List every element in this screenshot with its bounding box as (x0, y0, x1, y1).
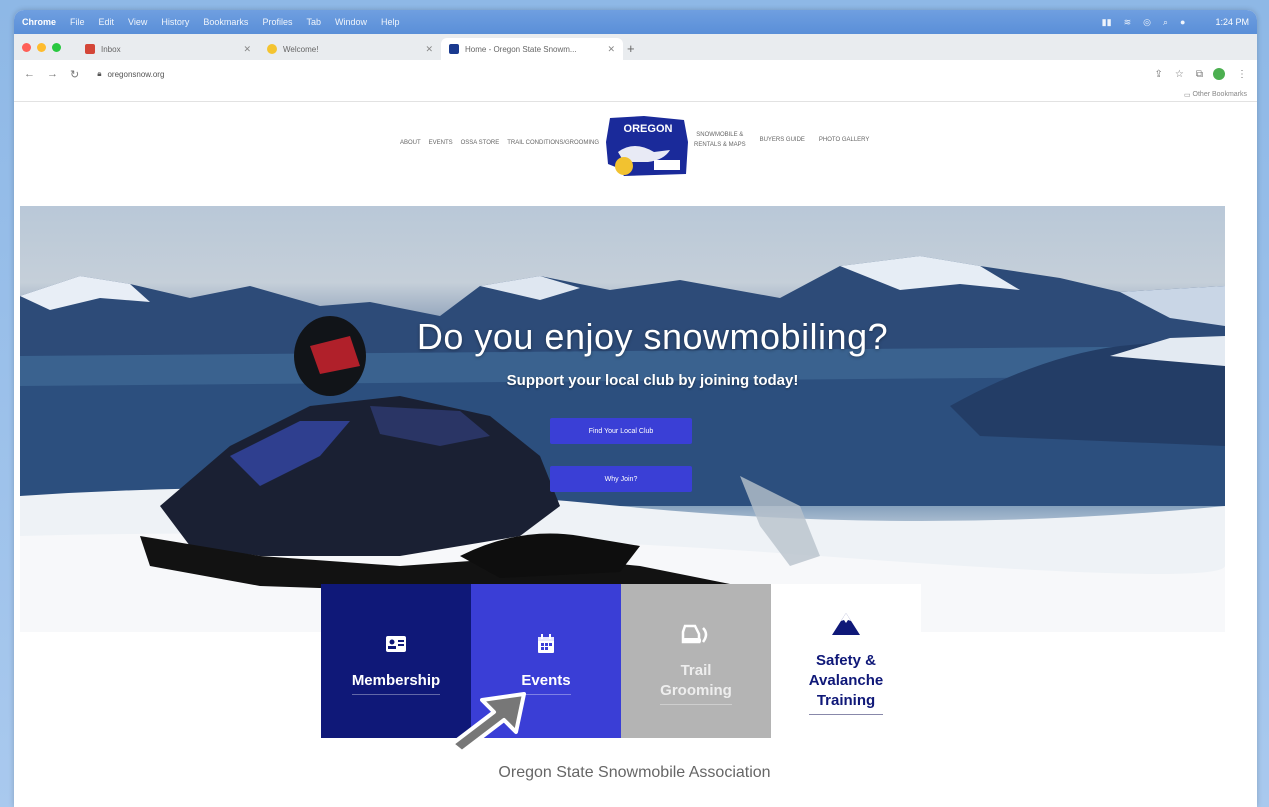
nav-about[interactable]: ABOUT (400, 140, 421, 146)
address-bar[interactable]: 🔒︎ oregonsnow.org (91, 64, 1142, 84)
nav-store[interactable]: OSSA STORE (461, 140, 500, 146)
tab-title: Inbox (101, 44, 121, 54)
safety-line2: Avalanche (808, 672, 884, 689)
bookmarks-bar: ▭ Other Bookmarks (14, 88, 1257, 102)
why-join-button[interactable]: Why Join? (550, 466, 692, 492)
mountain-icon (831, 607, 861, 641)
menu-tab[interactable]: Tab (306, 17, 321, 27)
reload-icon[interactable]: ↻ (70, 68, 79, 81)
wifi-icon[interactable]: ≋ (1124, 17, 1132, 28)
nav-events[interactable]: EVENTS (429, 140, 453, 146)
pointer-arrow-icon (450, 692, 526, 754)
safety-avalanche-label: Safety & Avalanche Training (808, 651, 884, 715)
siri-icon[interactable]: ● (1180, 17, 1185, 27)
back-icon[interactable]: ← (24, 68, 35, 80)
menu-help[interactable]: Help (381, 17, 400, 27)
more-menu-icon[interactable]: ⋮ (1237, 69, 1247, 80)
safety-avalanche-tile[interactable]: Safety & Avalanche Training (771, 584, 921, 738)
menu-profiles[interactable]: Profiles (262, 17, 292, 27)
site-favicon-icon (449, 44, 459, 54)
share-icon[interactable]: ⇪ (1155, 69, 1163, 80)
nav-photo-gallery[interactable]: PHOTO GALLERY (819, 137, 869, 143)
tab-favicon-icon (267, 44, 277, 54)
feature-tiles: Membership Events Trail Grooming Safety … (321, 584, 921, 738)
calendar-icon (537, 627, 555, 661)
tab-inbox[interactable]: Inbox ✕ (77, 38, 259, 60)
menu-view[interactable]: View (128, 17, 147, 27)
hero-title: Do you enjoy snowmobiling? (416, 316, 889, 357)
menu-window[interactable]: Window (335, 17, 367, 27)
safety-line1: Safety & (815, 652, 876, 669)
tab-oregon-snow[interactable]: Home - Oregon State Snowm... ✕ (441, 38, 623, 60)
logo-text: OREGON (624, 123, 673, 135)
hero-banner: Do you enjoy snowmobiling? Support your … (20, 206, 1225, 632)
find-local-club-button[interactable]: Find Your Local Club (550, 418, 692, 444)
nav-rentals-line2: RENTALS & MAPS (694, 142, 746, 148)
nav-buyers-guide[interactable]: BUYERS GUIDE (760, 137, 805, 143)
trail-grooming-line2: Grooming (660, 682, 732, 699)
menu-bookmarks[interactable]: Bookmarks (203, 17, 248, 27)
site-header: ABOUT EVENTS OSSA STORE TRAIL CONDITIONS… (14, 102, 1257, 196)
search-icon[interactable]: ⌕ (1163, 17, 1168, 28)
nav-rentals[interactable]: SNOWMOBILE & RENTALS & MAPS (694, 130, 746, 150)
nav-rentals-line1: SNOWMOBILE & (696, 132, 744, 138)
maximize-window-icon[interactable] (52, 42, 61, 52)
bookmark-star-icon[interactable]: ☆ (1175, 69, 1184, 80)
hero-subtitle: Support your local club by joining today… (506, 372, 799, 389)
site-nav-right: SNOWMOBILE & RENTALS & MAPS BUYERS GUIDE… (694, 130, 869, 150)
site-nav-left: ABOUT EVENTS OSSA STORE TRAIL CONDITIONS… (400, 140, 599, 146)
trail-grooming-line1: Trail (680, 662, 712, 679)
nav-trail-conditions[interactable]: TRAIL CONDITIONS/GROOMING (507, 140, 599, 146)
safety-line3: Training (816, 692, 876, 709)
menu-clock: 1:24 PM (1215, 17, 1249, 27)
trail-grooming-label: Trail Grooming (660, 661, 732, 705)
tab-strip: Inbox ✕ Welcome! ✕ Home - Oregon State S… (14, 34, 1257, 60)
profile-avatar[interactable] (1213, 68, 1225, 80)
other-bookmarks[interactable]: Other Bookmarks (1193, 91, 1247, 98)
folder-icon: ▭ (1183, 91, 1193, 99)
browser-toolbar: ← → ↻ 🔒︎ oregonsnow.org ⇪ ☆ ⧉ ⋮ (14, 60, 1257, 88)
extensions-icon[interactable]: ⧉ (1196, 69, 1203, 80)
trail-grooming-tile[interactable]: Trail Grooming (621, 584, 771, 738)
new-tab-icon[interactable]: + (627, 38, 635, 60)
membership-label: Membership (351, 671, 441, 695)
tab-title: Welcome! (283, 44, 319, 54)
gmail-icon (85, 44, 95, 54)
control-center-icon[interactable]: ◎ (1143, 17, 1151, 28)
oregon-logo[interactable]: OREGON (604, 112, 692, 186)
menu-edit[interactable]: Edit (99, 17, 115, 27)
id-card-icon (385, 627, 407, 661)
close-tab-icon[interactable]: ✕ (243, 44, 251, 55)
close-tab-icon[interactable]: ✕ (425, 44, 433, 55)
association-title: Oregon State Snowmobile Association (498, 764, 771, 781)
menu-app-name[interactable]: Chrome (22, 17, 56, 27)
lock-icon[interactable]: 🔒︎ (97, 69, 101, 79)
menu-file[interactable]: File (70, 17, 85, 27)
window-controls (22, 34, 61, 60)
tab-title: Home - Oregon State Snowm... (465, 44, 577, 54)
battery-icon[interactable]: ▮▮ (1102, 17, 1112, 28)
forward-icon[interactable]: → (47, 68, 58, 80)
groomer-icon (681, 617, 711, 651)
menu-bar: Chrome File Edit View History Bookmarks … (14, 10, 1257, 34)
url-text: oregonsnow.org (107, 69, 165, 79)
menu-history[interactable]: History (161, 17, 189, 27)
close-tab-icon[interactable]: ✕ (607, 44, 615, 55)
close-window-icon[interactable] (22, 42, 31, 52)
minimize-window-icon[interactable] (37, 42, 46, 52)
tab-welcome[interactable]: Welcome! ✕ (259, 38, 441, 60)
